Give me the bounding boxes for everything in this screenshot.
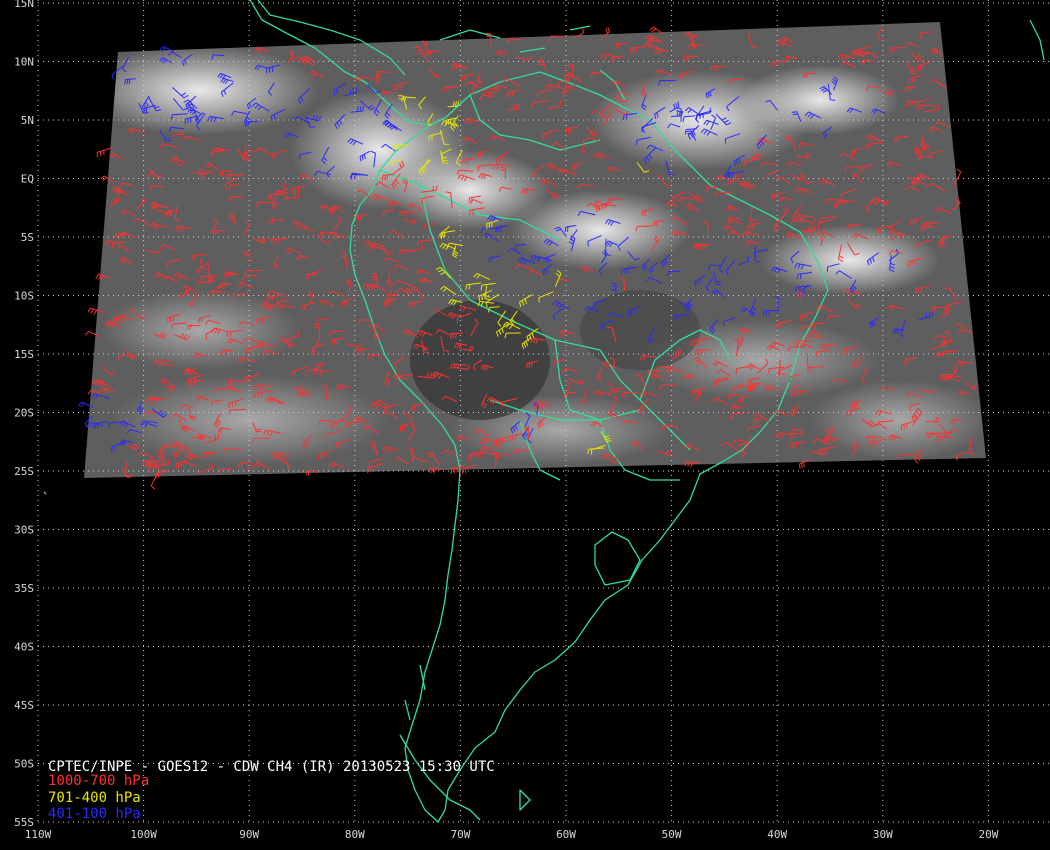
lon-label: 70W — [450, 828, 470, 841]
lon-label: 60W — [556, 828, 576, 841]
lat-label: 5S — [21, 231, 34, 244]
lat-label: 30S — [14, 524, 34, 537]
lat-label: 15N — [14, 0, 34, 10]
lon-label: 110W — [25, 828, 52, 841]
legend-item-mid: 701-400 hPa — [48, 790, 141, 806]
lat-label: 15S — [14, 348, 34, 361]
lat-label: 40S — [14, 641, 34, 654]
lat-label: EQ — [21, 173, 34, 186]
lat-label: 5N — [21, 114, 34, 127]
lon-label: 90W — [239, 828, 259, 841]
lon-label: 100W — [130, 828, 157, 841]
lon-label: 80W — [345, 828, 365, 841]
lat-label: 20S — [14, 407, 34, 420]
satellite-wind-map: 15N 10N 5N EQ 5S 10S 15S 20S 25S 30S 35S 40S 45S 50S 5… — [0, 0, 1050, 850]
legend-item-high: 401-100 hPa — [48, 806, 141, 822]
lat-label: 10N — [14, 56, 34, 69]
lat-label: 50S — [14, 758, 34, 771]
lon-label: 20W — [978, 828, 998, 841]
lon-label: 30W — [873, 828, 893, 841]
lon-label: 40W — [767, 828, 787, 841]
legend-item-low: 1000-700 hPa — [48, 773, 149, 789]
lon-label: 50W — [662, 828, 682, 841]
lat-label: 45S — [14, 699, 34, 712]
lat-label: 25S — [14, 465, 34, 478]
lat-label: 35S — [14, 582, 34, 595]
lat-label: 10S — [14, 290, 34, 303]
